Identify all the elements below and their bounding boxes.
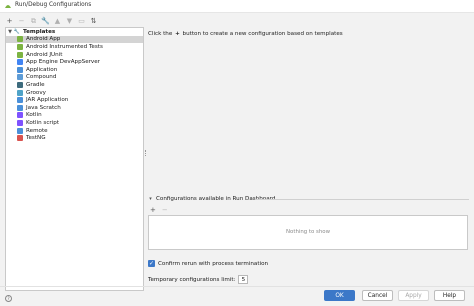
tree-item-label: Android App [26,36,61,43]
tree-item[interactable]: Java Scratch [6,104,143,112]
android-icon [17,51,23,58]
divider [255,199,469,200]
tree-item[interactable]: Gradle [6,81,143,89]
testng-icon [17,135,23,142]
compound-icon [17,74,23,81]
tree-toolbar: + − ⧉ 🔧 ▲ ▼ ▭ ⇅ [5,16,98,26]
move-up-icon[interactable]: ▲ [53,17,62,26]
add-icon[interactable]: + [5,17,14,26]
wrench-icon: 🔧 [13,28,21,35]
copy-icon[interactable]: ⧉ [29,17,38,26]
tree-item-label: Kotlin [26,112,42,119]
android-icon [17,43,23,50]
tree-item-label: Groovy [26,89,46,96]
tree-root-label: Templates [23,28,56,35]
dashboard-remove-button[interactable]: − [162,206,168,214]
sort-icon[interactable]: ⇅ [89,17,98,26]
tree-item[interactable]: Kotlin script [6,119,143,127]
tree-item-label: Java Scratch [26,104,61,111]
tree-item-label: App Engine DevAppServer [26,59,100,66]
apply-button[interactable]: Apply [398,290,429,301]
dashboard-toolbar: + − [150,206,168,214]
temp-limit-label: Temporary configurations limit: [148,276,236,283]
android-studio-icon [5,5,11,8]
hint-text-before: Click the [148,31,173,37]
application-icon [17,66,23,73]
tree-item-label: Android JUnit [26,51,63,58]
empty-state-text: Nothing to show [286,229,330,235]
remove-icon[interactable]: − [17,17,26,26]
remote-icon [17,127,23,134]
tree-item[interactable]: Groovy [6,89,143,97]
tree-item-label: Kotlin script [26,119,60,126]
dashboard-list[interactable]: Nothing to show [148,215,468,250]
chevron-down-icon[interactable]: ▾ [148,196,153,202]
tree-item-label: Remote [26,127,48,134]
tree-item[interactable]: JAR Application [6,96,143,104]
tree-item[interactable]: Application [6,66,143,74]
move-down-icon[interactable]: ▼ [65,17,74,26]
temp-limit-input[interactable]: 5 [238,275,249,284]
help-icon[interactable]: ? [5,295,12,302]
kotlin-script-icon [17,119,23,126]
tree-item[interactable]: Android JUnit [6,51,143,59]
app-engine-icon [17,59,23,66]
tree-item-label: Gradle [26,81,45,88]
tree-item-label: Application [26,66,58,73]
divider [0,286,474,287]
tree-item[interactable]: Remote [6,127,143,135]
tree-item[interactable]: Compound [6,74,143,82]
cancel-button[interactable]: Cancel [362,290,393,301]
splitter-handle[interactable] [145,150,148,156]
tree-item[interactable]: Android App [6,35,143,44]
configuration-tree[interactable]: ▼ 🔧 Templates Android App Android Instrum… [5,27,144,291]
confirm-rerun-label: Confirm rerun with process termination [158,260,269,267]
java-scratch-icon [17,104,23,111]
tree-item-label: JAR Application [26,97,69,104]
chevron-down-icon[interactable]: ▼ [6,29,14,35]
tree-item-label: Compound [26,74,57,81]
ok-button[interactable]: OK [324,290,355,301]
tree-root-templates[interactable]: ▼ 🔧 Templates [6,28,143,36]
add-icon: + [175,31,180,37]
gradle-icon [17,81,23,88]
empty-hint: Click the + button to create a new confi… [148,31,343,37]
wrench-icon[interactable]: 🔧 [41,17,50,26]
temp-limit-row: Temporary configurations limit: 5 [148,275,249,284]
tree-item[interactable]: TestNG [6,134,143,142]
help-button[interactable]: Help [434,290,465,301]
tree-item-label: Android Instrumented Tests [26,43,103,50]
kotlin-icon [17,112,23,119]
groovy-icon [17,89,23,96]
tree-item[interactable]: Android Instrumented Tests [6,43,143,51]
confirm-rerun-checkbox[interactable]: ✓ [148,260,155,267]
title-bar: Run/Debug Configurations [0,0,474,13]
tree-item-label: TestNG [26,135,46,142]
confirm-rerun-option[interactable]: ✓ Confirm rerun with process termination [148,260,268,267]
dashboard-add-button[interactable]: + [150,206,156,214]
tree-item[interactable]: Kotlin [6,112,143,120]
jar-icon [17,97,23,104]
hint-text-after: button to create a new configuration bas… [182,31,343,37]
android-icon [17,36,23,43]
tree-item[interactable]: App Engine DevAppServer [6,58,143,66]
folder-icon[interactable]: ▭ [77,17,86,26]
window-title: Run/Debug Configurations [15,2,92,8]
